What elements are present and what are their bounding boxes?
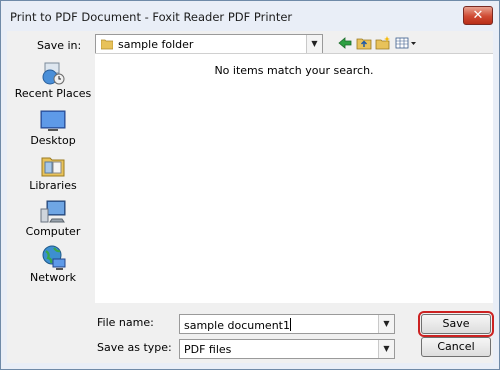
place-desktop[interactable]: Desktop [13, 108, 93, 152]
cancel-button[interactable]: Cancel [421, 337, 491, 357]
places-bar: Recent Places Desktop Libraries Computer… [13, 53, 93, 303]
folder-icon [101, 39, 113, 50]
place-libraries[interactable]: Libraries [13, 153, 93, 197]
empty-message: No items match your search. [214, 64, 374, 77]
chevron-down-icon[interactable]: ▼ [378, 315, 394, 333]
save-dialog-window: Print to PDF Document - Foxit Reader PDF… [0, 0, 500, 370]
place-label: Libraries [29, 179, 77, 192]
place-label: Network [30, 271, 76, 284]
chevron-down-icon[interactable]: ▼ [378, 340, 394, 358]
file-name-value-wrap: sample document1 [184, 318, 291, 332]
file-name-field[interactable]: sample document1 ▼ [179, 314, 395, 334]
new-folder-icon[interactable] [375, 36, 391, 50]
save-in-dropdown[interactable]: sample folder ▼ [95, 34, 323, 54]
network-icon [42, 245, 66, 270]
save-as-type-value: PDF files [184, 343, 232, 356]
save-in-label: Save in: [37, 39, 82, 52]
close-button[interactable]: ✕ [463, 6, 493, 25]
dialog-body: Save in: sample folder ▼ Recent Places D… [7, 31, 494, 363]
close-icon: ✕ [472, 8, 484, 23]
window-title: Print to PDF Document - Foxit Reader PDF… [10, 10, 293, 24]
save-button[interactable]: Save [418, 311, 494, 337]
computer-icon [40, 200, 66, 223]
place-label: Desktop [30, 134, 76, 147]
file-name-value: sample document1 [184, 319, 290, 332]
libraries-icon [41, 157, 65, 177]
file-list[interactable]: No items match your search. [95, 53, 493, 303]
save-in-value: sample folder [118, 38, 194, 51]
view-menu-icon[interactable] [395, 36, 417, 50]
file-name-label: File name: [97, 316, 154, 329]
up-folder-icon[interactable] [356, 36, 372, 50]
save-as-type-dropdown[interactable]: PDF files ▼ [179, 339, 395, 359]
place-label: Recent Places [14, 87, 92, 100]
place-recent-places[interactable]: Recent Places [13, 61, 93, 105]
recent-places-icon [42, 62, 65, 85]
text-cursor [290, 318, 291, 331]
desktop-icon [40, 110, 66, 131]
place-label: Computer [25, 225, 81, 238]
title-bar[interactable]: Print to PDF Document - Foxit Reader PDF… [1, 1, 499, 31]
back-arrow-icon[interactable] [337, 36, 353, 50]
chevron-down-icon[interactable]: ▼ [306, 35, 322, 53]
place-network[interactable]: Network [13, 245, 93, 289]
save-as-type-label: Save as type: [97, 341, 172, 354]
place-computer[interactable]: Computer [13, 199, 93, 243]
